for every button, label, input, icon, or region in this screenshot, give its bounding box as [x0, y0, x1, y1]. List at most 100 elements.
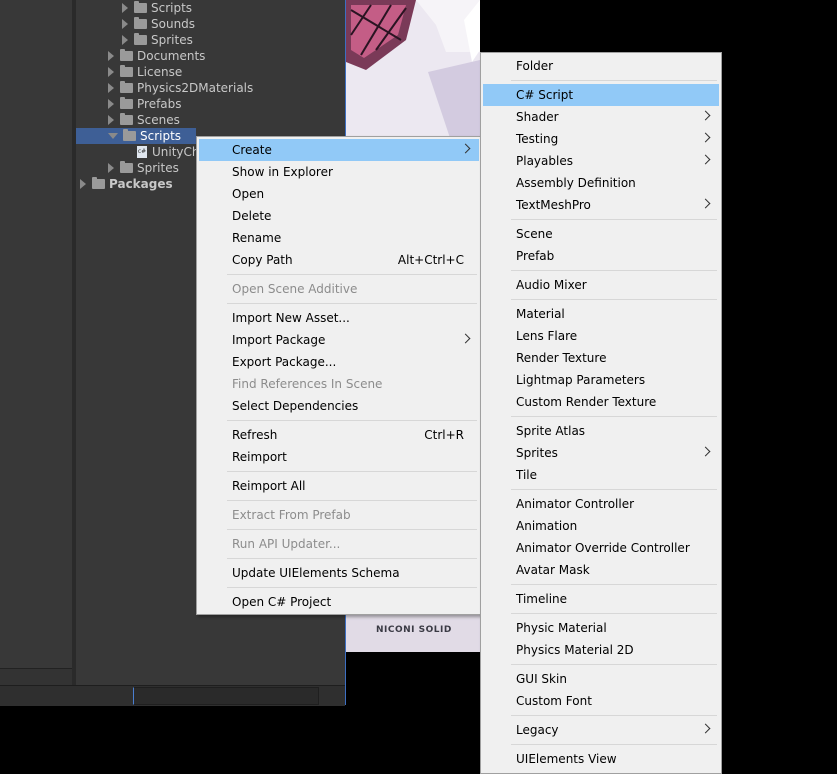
submenu-item-textmeshpro[interactable]: TextMeshPro: [483, 194, 719, 216]
menu-item-label: Shader: [516, 110, 559, 124]
menu-separator: [511, 664, 717, 665]
menu-item-label: UIElements View: [516, 752, 617, 766]
tree-item-scenes[interactable]: Scenes: [108, 112, 180, 128]
submenu-item-uielements-view[interactable]: UIElements View: [483, 748, 719, 770]
menu-separator: [511, 584, 717, 585]
menu-item-copy-path[interactable]: Copy Path Alt+Ctrl+C: [199, 249, 479, 271]
chevron-right-icon: [700, 110, 711, 121]
folder-icon: [120, 65, 133, 77]
submenu-item-audio-mixer[interactable]: Audio Mixer: [483, 274, 719, 296]
menu-item-create[interactable]: Create: [199, 139, 479, 161]
folder-icon: [134, 17, 147, 29]
menu-item-label: Scene: [516, 227, 553, 241]
submenu-item-timeline[interactable]: Timeline: [483, 588, 719, 610]
create-submenu: Folder C# Script Shader Testing Playable…: [480, 52, 722, 774]
menu-item-delete[interactable]: Delete: [199, 205, 479, 227]
tree-item-scripts-selected[interactable]: Scripts: [76, 128, 196, 144]
submenu-item-avatar-mask[interactable]: Avatar Mask: [483, 559, 719, 581]
submenu-item-material[interactable]: Material: [483, 303, 719, 325]
folder-icon: [120, 113, 133, 125]
submenu-item-assembly-definition[interactable]: Assembly Definition: [483, 172, 719, 194]
submenu-item-sprites[interactable]: Sprites: [483, 442, 719, 464]
expand-arrow-icon[interactable]: [80, 179, 86, 189]
submenu-item-physics-material-2d[interactable]: Physics Material 2D: [483, 639, 719, 661]
chevron-right-icon: [700, 132, 711, 143]
tree-item-script-file[interactable]: c# UnityCh: [137, 144, 200, 160]
menu-separator: [227, 303, 477, 304]
tree-item-documents[interactable]: Documents: [108, 48, 205, 64]
submenu-item-custom-font[interactable]: Custom Font: [483, 690, 719, 712]
submenu-item-testing[interactable]: Testing: [483, 128, 719, 150]
left-panel-footer: [0, 668, 72, 686]
collapse-arrow-icon[interactable]: [108, 133, 118, 139]
submenu-item-prefab[interactable]: Prefab: [483, 245, 719, 267]
submenu-item-physic-material[interactable]: Physic Material: [483, 617, 719, 639]
menu-item-rename[interactable]: Rename: [199, 227, 479, 249]
submenu-item-lightmap-parameters[interactable]: Lightmap Parameters: [483, 369, 719, 391]
tree-item-label: License: [137, 65, 183, 79]
expand-arrow-icon[interactable]: [108, 115, 114, 125]
tree-item-physics2dmaterials[interactable]: Physics2DMaterials: [108, 80, 253, 96]
submenu-item-csharp-script[interactable]: C# Script: [483, 84, 719, 106]
submenu-item-custom-render-texture[interactable]: Custom Render Texture: [483, 391, 719, 413]
menu-item-label: Prefab: [516, 249, 555, 263]
csharp-script-icon: c#: [137, 146, 147, 158]
menu-item-show-in-explorer[interactable]: Show in Explorer: [199, 161, 479, 183]
expand-arrow-icon[interactable]: [108, 83, 114, 93]
menu-item-reimport[interactable]: Reimport: [199, 446, 479, 468]
menu-item-export-package[interactable]: Export Package...: [199, 351, 479, 373]
menu-item-label: Custom Render Texture: [516, 395, 657, 409]
submenu-item-legacy[interactable]: Legacy: [483, 719, 719, 741]
tree-item-label: Sounds: [151, 17, 196, 31]
menu-item-label: Refresh: [232, 428, 278, 442]
expand-arrow-icon[interactable]: [122, 35, 128, 45]
menu-item-open[interactable]: Open: [199, 183, 479, 205]
expand-arrow-icon[interactable]: [108, 67, 114, 77]
menu-item-import-package[interactable]: Import Package: [199, 329, 479, 351]
submenu-item-render-texture[interactable]: Render Texture: [483, 347, 719, 369]
menu-item-label: Find References In Scene: [232, 377, 383, 391]
submenu-item-animator-controller[interactable]: Animator Controller: [483, 493, 719, 515]
submenu-item-sprite-atlas[interactable]: Sprite Atlas: [483, 420, 719, 442]
menu-item-open-csharp-project[interactable]: Open C# Project: [199, 591, 479, 613]
submenu-item-playables[interactable]: Playables: [483, 150, 719, 172]
menu-item-label: GUI Skin: [516, 672, 567, 686]
asset-path-field[interactable]: [133, 687, 319, 705]
menu-item-label: Open Scene Additive: [232, 282, 358, 296]
submenu-item-gui-skin[interactable]: GUI Skin: [483, 668, 719, 690]
submenu-item-folder[interactable]: Folder: [483, 55, 719, 77]
folder-icon: [120, 81, 133, 93]
menu-separator: [227, 558, 477, 559]
expand-arrow-icon[interactable]: [108, 51, 114, 61]
expand-arrow-icon[interactable]: [122, 3, 128, 13]
tree-item-sprites[interactable]: Sprites: [122, 32, 193, 48]
tree-item-label: Scripts: [140, 129, 182, 143]
menu-item-refresh[interactable]: Refresh Ctrl+R: [199, 424, 479, 446]
scene-footer-text: NICONI SOLID: [376, 625, 452, 635]
submenu-item-shader[interactable]: Shader: [483, 106, 719, 128]
menu-separator: [227, 500, 477, 501]
submenu-item-lens-flare[interactable]: Lens Flare: [483, 325, 719, 347]
submenu-item-animator-override-controller[interactable]: Animator Override Controller: [483, 537, 719, 559]
submenu-item-tile[interactable]: Tile: [483, 464, 719, 486]
submenu-item-animation[interactable]: Animation: [483, 515, 719, 537]
menu-item-label: Update UIElements Schema: [232, 566, 400, 580]
tree-item-sprites-root[interactable]: Sprites: [108, 160, 179, 176]
expand-arrow-icon[interactable]: [108, 99, 114, 109]
tree-item-prefabs[interactable]: Prefabs: [108, 96, 182, 112]
expand-arrow-icon[interactable]: [122, 19, 128, 29]
menu-item-run-api-updater: Run API Updater...: [199, 533, 479, 555]
menu-separator: [227, 587, 477, 588]
tree-item-scripts[interactable]: Scripts: [122, 0, 192, 16]
tree-item-license[interactable]: License: [108, 64, 182, 80]
submenu-item-scene[interactable]: Scene: [483, 223, 719, 245]
menu-item-select-dependencies[interactable]: Select Dependencies: [199, 395, 479, 417]
menu-item-update-uielements-schema[interactable]: Update UIElements Schema: [199, 562, 479, 584]
tree-item-label: Documents: [137, 49, 206, 63]
chevron-right-icon: [700, 723, 711, 734]
menu-item-reimport-all[interactable]: Reimport All: [199, 475, 479, 497]
tree-item-sounds[interactable]: Sounds: [122, 16, 195, 32]
menu-item-import-new-asset[interactable]: Import New Asset...: [199, 307, 479, 329]
expand-arrow-icon[interactable]: [108, 163, 114, 173]
tree-item-packages[interactable]: Packages: [80, 176, 173, 192]
